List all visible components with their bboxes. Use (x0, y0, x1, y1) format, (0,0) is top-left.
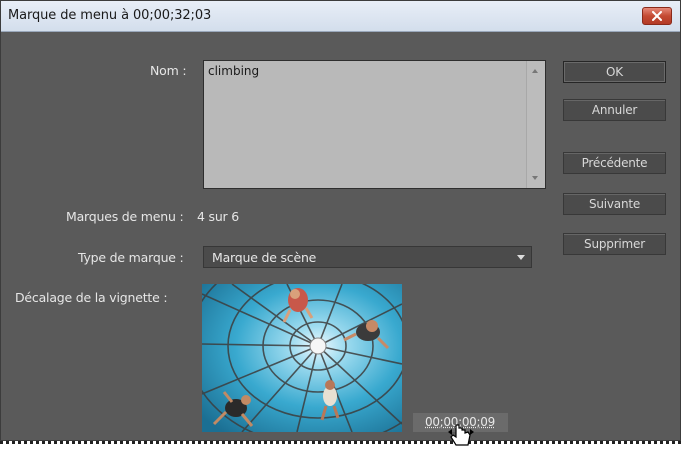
previous-button[interactable]: Précédente (563, 152, 666, 174)
name-textarea[interactable]: climbing (203, 60, 546, 189)
title-bar[interactable]: Marque de menu à 00;00;32;03 (1, 1, 680, 32)
marker-type-label: Type de marque : (78, 250, 184, 265)
markers-label: Marques de menu : (66, 209, 184, 224)
marker-dialog: Marque de menu à 00;00;32;03 Nom : climb… (0, 0, 681, 441)
dotted-divider (0, 441, 681, 444)
scrub-cursor-icon (448, 424, 474, 446)
name-label: Nom : (150, 63, 187, 78)
next-button[interactable]: Suivante (563, 193, 666, 215)
close-button[interactable] (642, 7, 672, 25)
scroll-down-icon[interactable] (532, 176, 538, 180)
marker-type-select[interactable]: Marque de scène (203, 246, 532, 268)
dropdown-arrow-icon (517, 255, 525, 260)
climbing-photo (202, 284, 402, 432)
name-scrollbar[interactable] (526, 61, 545, 188)
name-value[interactable]: climbing (208, 64, 259, 78)
close-icon (652, 11, 662, 21)
thumbnail-image (202, 284, 402, 432)
thumbnail-offset-label: Décalage de la vignette : (15, 290, 168, 305)
delete-button[interactable]: Supprimer (563, 233, 666, 255)
window-title: Marque de menu à 00;00;32;03 (8, 8, 212, 23)
markers-value: 4 sur 6 (197, 209, 240, 224)
scroll-up-icon[interactable] (532, 69, 538, 73)
ok-button[interactable]: OK (563, 61, 666, 83)
cancel-button[interactable]: Annuler (563, 99, 666, 121)
marker-type-value: Marque de scène (212, 250, 317, 265)
